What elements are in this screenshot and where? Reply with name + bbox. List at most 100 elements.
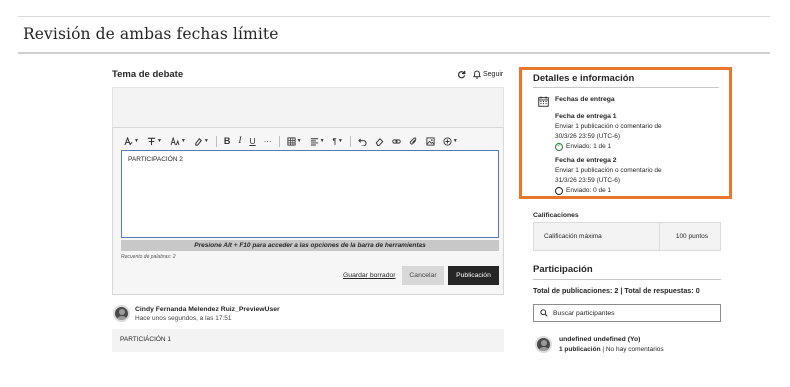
grading-label: Calificaciones	[533, 212, 579, 219]
participant-stats: 1 publicación | No hay comentarios	[559, 346, 664, 353]
max-grade-label: Calificación máxima	[534, 223, 660, 250]
empty-circle-icon	[555, 187, 563, 195]
topic-actions: Seguir	[457, 70, 503, 79]
avatar-body	[538, 347, 550, 351]
word-count: Recuento de palabras: 2	[121, 254, 176, 260]
save-draft-link[interactable]: Guardar borrador	[343, 272, 396, 279]
refresh-icon[interactable]	[457, 70, 466, 79]
text-style-button[interactable]: ▼	[123, 135, 140, 147]
paragraph-icon: ¶	[332, 136, 337, 146]
search-participants[interactable]	[533, 304, 721, 322]
toolbar-hint: Presione Alt + F10 para acceder a las op…	[121, 240, 499, 251]
clear-format-button[interactable]	[374, 135, 385, 147]
grading-table: Calificación máxima 100 puntos	[533, 222, 721, 251]
align-left-icon	[310, 137, 318, 146]
due-date-status: ✓ Enviado: 1 de 1	[555, 142, 662, 152]
check-circle-icon: ✓	[555, 143, 563, 151]
topic-label: Tema de debate	[112, 69, 184, 80]
chevron-down-icon: ▼	[203, 138, 209, 144]
link-button[interactable]	[391, 135, 402, 147]
participation-totals: Total de publicaciones: 2 | Total de res…	[533, 286, 700, 295]
toolbar-separator	[349, 135, 351, 147]
font-size-button[interactable]: ▼	[169, 135, 187, 147]
paperclip-icon	[409, 136, 417, 144]
participant-name[interactable]: undefined undefined (Yo)	[559, 336, 640, 343]
font-size-icon	[170, 136, 180, 145]
participant-comments: No hay comentarios	[605, 346, 664, 353]
eraser-icon	[375, 137, 384, 146]
chevron-down-icon: ▼	[296, 138, 302, 144]
due-date-requirement: Enviar 1 publicación o comentario de	[555, 123, 662, 130]
search-input[interactable]	[553, 309, 713, 317]
editor-actions: Guardar borrador Cancelar Publicación	[113, 266, 505, 286]
plus-circle-icon	[443, 136, 452, 146]
submitted-count: Enviado: 1 de 1	[566, 143, 612, 150]
due-date-2: Fecha de entrega 2 Enviar 1 publicación …	[555, 156, 662, 196]
underline-button[interactable]: U	[248, 135, 256, 147]
submitted-count: Enviado: 0 de 1	[566, 187, 612, 194]
table-button[interactable]: ▼	[286, 135, 303, 147]
avatar-head	[119, 309, 125, 315]
highlight-button[interactable]: ▼	[193, 135, 210, 147]
chevron-down-icon: ▼	[319, 138, 325, 144]
align-button[interactable]: ▼	[309, 135, 326, 147]
bold-button[interactable]: B	[223, 135, 232, 147]
page-title: Revisión de ambas fechas límite	[23, 25, 279, 43]
avatar-body	[116, 316, 128, 320]
top-divider	[18, 16, 770, 17]
publish-button[interactable]: Publicación	[448, 266, 499, 285]
due-date-title: Fecha de entrega 1	[555, 113, 617, 120]
participation-title: Participación	[533, 264, 593, 275]
details-panel: Detalles e información Fechas de entrega…	[519, 67, 732, 199]
attach-button[interactable]	[408, 135, 419, 147]
highlight-icon	[195, 137, 202, 146]
chevron-down-icon: ▼	[134, 138, 139, 144]
due-date-1: Fecha de entrega 1 Enviar 1 publicación …	[555, 112, 662, 152]
topic-subject-area[interactable]	[112, 87, 504, 127]
search-icon	[540, 309, 548, 317]
avatar	[113, 305, 130, 322]
details-divider	[533, 87, 719, 88]
rich-text-editor: ▼ ▼ ▼ ▼ B I U ··· ▼ ▼ ¶ ▼ ▼ PARTICIPACIÓ…	[112, 127, 504, 295]
post-body: PARTICIÁCIÓN 1	[112, 329, 504, 352]
bell-icon	[472, 70, 481, 79]
follow-label: Seguir	[483, 71, 504, 78]
post-author[interactable]: Cindy Fernanda Melendez Ruiz_PreviewUser	[135, 306, 280, 313]
image-icon	[426, 136, 435, 146]
more-button[interactable]: ···	[263, 135, 273, 147]
table-icon	[287, 136, 296, 146]
link-icon	[392, 138, 401, 144]
italic-button[interactable]: I	[237, 135, 242, 147]
participant-posts: 1 publicación	[559, 346, 601, 353]
chevron-down-icon: ▼	[452, 138, 458, 144]
details-title: Detalles e información	[533, 73, 635, 84]
cancel-button[interactable]: Cancelar	[402, 266, 444, 285]
avatar	[535, 336, 552, 353]
chevron-down-icon: ▼	[156, 138, 162, 144]
heading-button[interactable]: ▼	[146, 135, 163, 147]
chevron-down-icon: ▼	[180, 138, 186, 144]
image-button[interactable]	[425, 135, 436, 147]
follow-button[interactable]: Seguir	[472, 70, 503, 79]
due-date-requirement: Enviar 1 publicación o comentario de	[555, 167, 662, 174]
toolbar-separator	[278, 135, 280, 147]
editor-toolbar: ▼ ▼ ▼ ▼ B I U ··· ▼ ▼ ¶ ▼ ▼	[123, 134, 498, 148]
calendar-icon	[538, 96, 549, 107]
text-style-icon	[124, 136, 133, 145]
max-grade-value: 100 puntos	[660, 223, 720, 250]
undo-button[interactable]	[357, 135, 368, 147]
insert-button[interactable]: ▼	[442, 135, 459, 147]
participation-divider	[533, 279, 721, 280]
toolbar-separator	[215, 135, 217, 147]
due-date-title: Fecha de entrega 2	[555, 157, 617, 164]
due-date-status: Enviado: 0 de 1	[555, 186, 662, 196]
undo-icon	[357, 137, 367, 146]
post-timestamp: Hace unos segundos, a las 17:51	[135, 315, 232, 322]
post-content-input[interactable]: PARTICIPACIÓN 2	[121, 150, 499, 238]
chevron-down-icon: ▼	[337, 138, 343, 144]
due-date-deadline: 30/3/26 23:59 (UTC-6)	[555, 133, 621, 140]
paragraph-button[interactable]: ¶ ▼	[332, 135, 344, 147]
due-dates-heading: Fechas de entrega	[555, 96, 615, 103]
title-divider	[18, 52, 770, 54]
avatar-head	[541, 340, 547, 346]
